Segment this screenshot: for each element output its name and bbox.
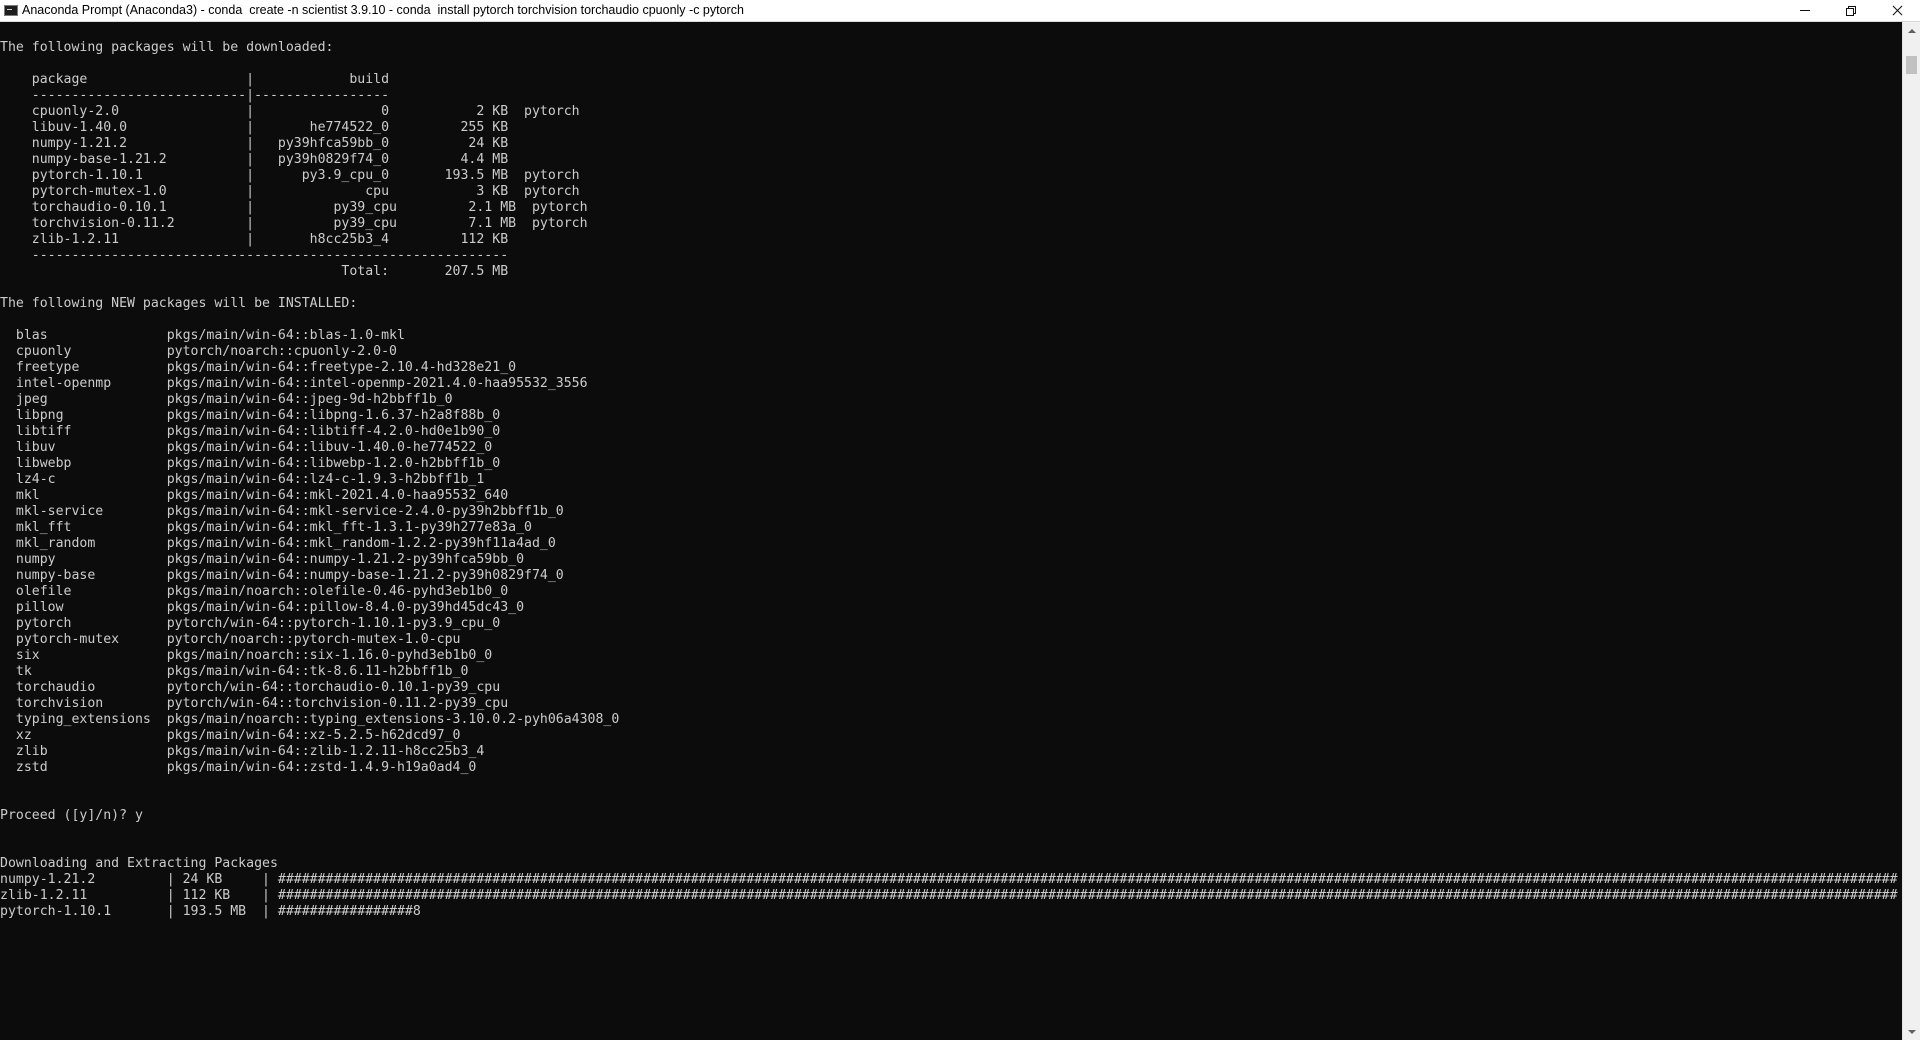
console-line: zlib pkgs/main/win-64::zlib-1.2.11-h8cc2… — [0, 744, 485, 759]
console-output[interactable]: The following packages will be downloade… — [0, 22, 1902, 1040]
console-line: The following NEW packages will be INSTA… — [0, 296, 358, 311]
console-line: jpeg pkgs/main/win-64::jpeg-9d-h2bbff1b_… — [0, 392, 453, 407]
console-line: zlib-1.2.11 | 112 KB | #################… — [0, 888, 1902, 903]
scroll-down-arrow-icon — [1907, 1029, 1916, 1034]
window-title: Anaconda Prompt (Anaconda3) - conda crea… — [22, 3, 744, 17]
close-button[interactable] — [1874, 0, 1920, 21]
scroll-thumb[interactable] — [1906, 56, 1917, 74]
console-line: numpy-base pkgs/main/win-64::numpy-base-… — [0, 568, 564, 583]
minimize-icon — [1800, 10, 1810, 11]
console-line: libuv pkgs/main/win-64::libuv-1.40.0-he7… — [0, 440, 493, 455]
console-line: numpy-1.21.2 | py39hfca59bb_0 24 KB — [0, 136, 509, 151]
console-line: package | build — [0, 72, 390, 87]
scroll-up-arrow-icon — [1907, 28, 1916, 33]
console-line: tk pkgs/main/win-64::tk-8.6.11-h2bbff1b_… — [0, 664, 469, 679]
console-line: pytorch-mutex pytorch/noarch::pytorch-mu… — [0, 632, 461, 647]
minimize-button[interactable] — [1782, 0, 1828, 21]
console-line: libuv-1.40.0 | he774522_0 255 KB — [0, 120, 509, 135]
console-line: ---------------------------|------------… — [0, 88, 390, 103]
console-line: freetype pkgs/main/win-64::freetype-2.10… — [0, 360, 517, 375]
console-line: intel-openmp pkgs/main/win-64::intel-ope… — [0, 376, 588, 391]
console-app-icon — [4, 5, 18, 16]
console-line: libpng pkgs/main/win-64::libpng-1.6.37-h… — [0, 408, 501, 423]
console-line: zlib-1.2.11 | h8cc25b3_4 112 KB — [0, 232, 509, 247]
console-line: cpuonly-2.0 | 0 2 KB pytorch — [0, 104, 580, 119]
title-bar[interactable]: Anaconda Prompt (Anaconda3) - conda crea… — [0, 0, 1920, 22]
console-line: Proceed ([y]/n)? y — [0, 808, 143, 823]
console-line: cpuonly pytorch/noarch::cpuonly-2.0-0 — [0, 344, 397, 359]
terminal-window: Anaconda Prompt (Anaconda3) - conda crea… — [0, 0, 1920, 1040]
console-line: torchaudio pytorch/win-64::torchaudio-0.… — [0, 680, 501, 695]
console-line: blas pkgs/main/win-64::blas-1.0-mkl — [0, 328, 405, 343]
console-line: pytorch-1.10.1 | py3.9_cpu_0 193.5 MB py… — [0, 168, 580, 183]
console-line: torchvision-0.11.2 | py39_cpu 7.1 MB pyt… — [0, 216, 588, 231]
console-line: mkl_random pkgs/main/win-64::mkl_random-… — [0, 536, 556, 551]
console-line: lz4-c pkgs/main/win-64::lz4-c-1.9.3-h2bb… — [0, 472, 485, 487]
console-line: torchaudio-0.10.1 | py39_cpu 2.1 MB pyto… — [0, 200, 588, 215]
scroll-down-button[interactable] — [1903, 1023, 1920, 1040]
vertical-scrollbar[interactable] — [1902, 22, 1920, 1040]
console-line: xz pkgs/main/win-64::xz-5.2.5-h62dcd97_0 — [0, 728, 461, 743]
console-line: libwebp pkgs/main/win-64::libwebp-1.2.0-… — [0, 456, 501, 471]
restore-button[interactable] — [1828, 0, 1874, 21]
console-line: pillow pkgs/main/win-64::pillow-8.4.0-py… — [0, 600, 525, 615]
console-line: The following packages will be downloade… — [0, 40, 334, 55]
console-line: numpy-1.21.2 | 24 KB | #################… — [0, 872, 1902, 887]
console-line: pytorch-mutex-1.0 | cpu 3 KB pytorch — [0, 184, 580, 199]
console-line: zstd pkgs/main/win-64::zstd-1.4.9-h19a0a… — [0, 760, 477, 775]
console-line: Downloading and Extracting Packages — [0, 856, 278, 871]
console-line: pytorch pytorch/win-64::pytorch-1.10.1-p… — [0, 616, 501, 631]
console-line: pytorch-1.10.1 | 193.5 MB | ############… — [0, 904, 1902, 919]
console-line: mkl_fft pkgs/main/win-64::mkl_fft-1.3.1-… — [0, 520, 532, 535]
console-line: Total: 207.5 MB — [0, 264, 509, 279]
close-icon — [1892, 5, 1903, 16]
console-line: typing_extensions pkgs/main/noarch::typi… — [0, 712, 620, 727]
console-line: numpy-base-1.21.2 | py39h0829f74_0 4.4 M… — [0, 152, 509, 167]
console-line: torchvision pytorch/win-64::torchvision-… — [0, 696, 509, 711]
console-line: ----------------------------------------… — [0, 248, 509, 263]
console-line: libtiff pkgs/main/win-64::libtiff-4.2.0-… — [0, 424, 501, 439]
console-line: six pkgs/main/noarch::six-1.16.0-pyhd3eb… — [0, 648, 493, 663]
scroll-up-button[interactable] — [1903, 22, 1920, 39]
console-line: mkl-service pkgs/main/win-64::mkl-servic… — [0, 504, 564, 519]
console-line: mkl pkgs/main/win-64::mkl-2021.4.0-haa95… — [0, 488, 509, 503]
console-line: numpy pkgs/main/win-64::numpy-1.21.2-py3… — [0, 552, 525, 567]
console-line: olefile pkgs/main/noarch::olefile-0.46-p… — [0, 584, 509, 599]
restore-icon — [1846, 5, 1856, 16]
